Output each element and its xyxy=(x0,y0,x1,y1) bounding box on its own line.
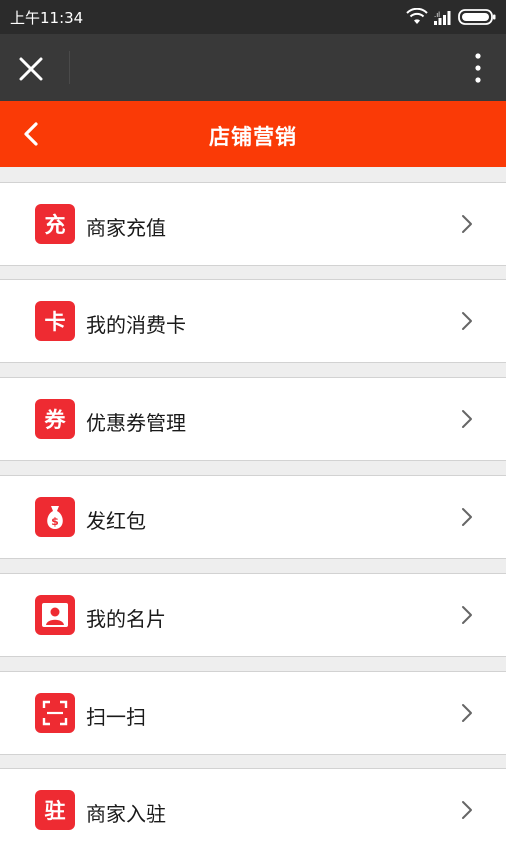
close-icon[interactable] xyxy=(16,54,46,84)
coupon-icon: 券 xyxy=(35,399,75,439)
menu-item-business-card[interactable]: 我的名片 xyxy=(0,573,506,657)
menu-item-label: 我的名片 xyxy=(86,607,166,631)
menu-item-label: 优惠券管理 xyxy=(86,411,186,435)
chevron-right-icon xyxy=(462,801,472,819)
chevron-right-icon xyxy=(462,508,472,526)
menu-item-coupon-management[interactable]: 券 优惠券管理 xyxy=(0,377,506,461)
settle-in-icon: 驻 xyxy=(35,790,75,830)
menu-item-merchant-settle-in[interactable]: 驻 商家入驻 xyxy=(0,768,506,850)
menu-item-recharge[interactable]: 充 商家充值 xyxy=(0,182,506,266)
wifi-icon xyxy=(406,8,428,24)
menu-item-consumer-card[interactable]: 卡 我的消费卡 xyxy=(0,279,506,363)
menu-item-label: 商家入驻 xyxy=(86,802,166,826)
svg-text:.ıl: .ıl xyxy=(434,11,440,19)
status-time: 上午11:34 xyxy=(10,9,84,27)
page-title: 店铺营销 xyxy=(209,125,297,149)
signal-icon: .ıl xyxy=(434,11,451,25)
chevron-right-icon xyxy=(462,704,472,722)
menu-item-scan[interactable]: 扫一扫 xyxy=(0,671,506,755)
toolbar-divider xyxy=(69,51,70,84)
money-bag-icon: $ xyxy=(35,497,75,537)
menu-item-label: 我的消费卡 xyxy=(86,313,186,337)
menu-item-label: 扫一扫 xyxy=(86,705,146,729)
svg-text:$: $ xyxy=(51,515,59,528)
status-icons: .ıl xyxy=(406,8,496,26)
battery-icon xyxy=(458,9,496,25)
more-vertical-icon[interactable] xyxy=(472,52,484,84)
card-icon: 卡 xyxy=(35,301,75,341)
scan-icon xyxy=(35,693,75,733)
user-card-icon xyxy=(35,595,75,635)
status-bar: 上午11:34 .ıl xyxy=(0,0,506,34)
chevron-right-icon xyxy=(462,606,472,624)
chevron-right-icon xyxy=(462,410,472,428)
menu-item-label: 发红包 xyxy=(86,509,146,533)
webview-toolbar xyxy=(0,34,506,101)
chevron-right-icon xyxy=(462,312,472,330)
recharge-icon: 充 xyxy=(35,204,75,244)
chevron-right-icon xyxy=(462,215,472,233)
app-header: 店铺营销 xyxy=(0,101,506,167)
menu-item-red-packet[interactable]: $ 发红包 xyxy=(0,475,506,559)
menu-item-label: 商家充值 xyxy=(86,216,166,240)
